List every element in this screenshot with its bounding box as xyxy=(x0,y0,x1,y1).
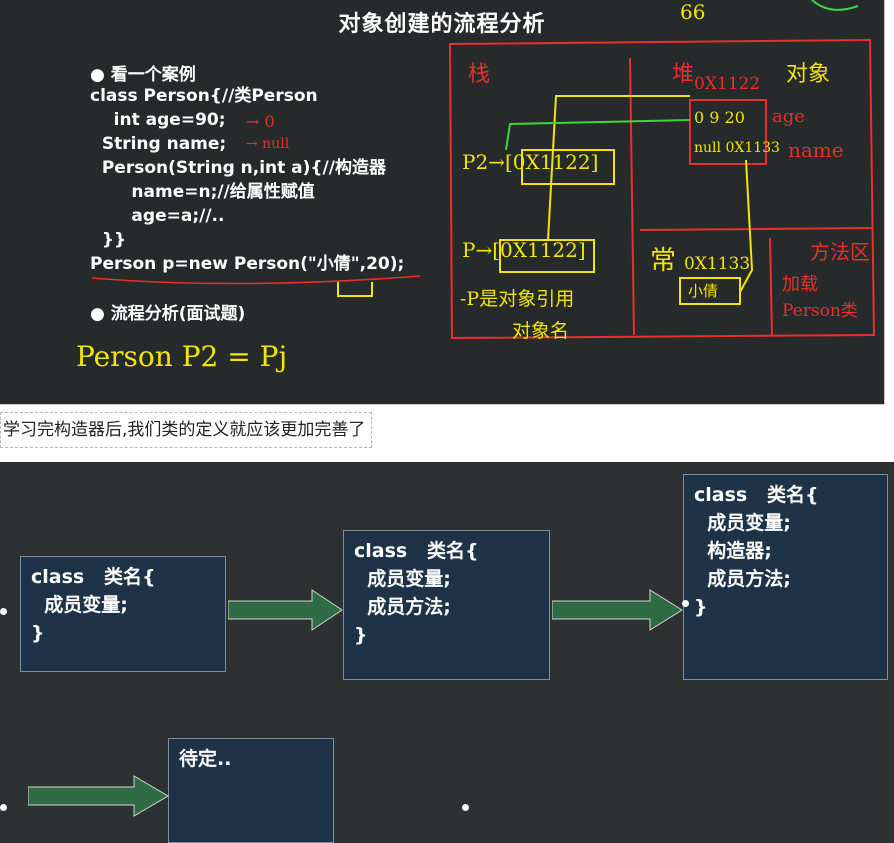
chalkboard-slide: 对象创建的流程分析 ● 看一个案例 class Person{//类Person… xyxy=(0,0,885,405)
hand-heap-label: 堆 xyxy=(672,62,695,87)
hand-p-note1: -P是对象引用 xyxy=(460,288,575,310)
bullet-dot-icon xyxy=(682,600,689,607)
hand-p-note2: 对象名 xyxy=(512,320,570,342)
hand-const-value: 小倩 xyxy=(688,282,719,300)
hand-method-note1: 加载 xyxy=(782,274,818,295)
hand-p-ref: P→[0X1122] xyxy=(462,238,586,262)
code-underline xyxy=(91,275,421,285)
hand-age-value: 0 9 20 xyxy=(694,108,745,127)
arrow-right-icon xyxy=(228,589,343,631)
class-box-fields: class 类名{ 成员变量; } xyxy=(20,556,226,672)
hand-object-label: 对象 xyxy=(786,62,831,87)
hand-const-label: 常 xyxy=(650,246,677,276)
p2-to-object-arrow xyxy=(505,119,691,151)
heap-const-divider xyxy=(639,227,873,231)
bullet-dot-icon xyxy=(0,804,7,811)
const-method-divider xyxy=(769,237,773,336)
hand-const-addr: 0X1133 xyxy=(684,254,751,274)
caption-text: 学习完构造器后,我们类的定义就应该更加完善了 xyxy=(0,412,373,448)
hand-arrow-zero: → 0 xyxy=(246,112,275,131)
hand-heap-addr: 0X1122 xyxy=(694,74,761,94)
hand-name-label: name xyxy=(788,138,844,162)
class-evolution-slide: class 类名{ 成员变量; } class 类名{ 成员变量; 成员方法; … xyxy=(0,462,894,843)
hand-stack-label: 栈 xyxy=(468,62,491,87)
class-box-pending: 待定.. xyxy=(168,738,334,843)
class-box-fields-methods: class 类名{ 成员变量; 成员方法; } xyxy=(343,530,550,680)
hand-bottom-equation: Person P2 = Pj xyxy=(76,340,288,373)
arrow-right-icon xyxy=(552,589,683,631)
stack-heap-divider xyxy=(629,57,635,336)
bullet-dot-icon xyxy=(462,804,469,811)
arrow-right-icon xyxy=(28,775,169,817)
bullet-dot-icon xyxy=(0,608,7,615)
hand-arrow-null: → null xyxy=(246,136,290,152)
string-bracket xyxy=(337,282,373,297)
hand-p2-ref: P2→[0X1122] xyxy=(462,150,599,174)
hand-method-label: 方法区 xyxy=(810,240,870,264)
hand-top-number: 66 xyxy=(680,0,706,24)
green-mark xyxy=(811,0,859,11)
hand-method-note2: Person类 xyxy=(782,301,858,321)
class-box-full: class 类名{ 成员变量; 构造器; 成员方法; } xyxy=(683,474,888,680)
hand-name-value: null 0X1133 xyxy=(694,140,780,156)
hand-age-label: age xyxy=(772,106,805,127)
